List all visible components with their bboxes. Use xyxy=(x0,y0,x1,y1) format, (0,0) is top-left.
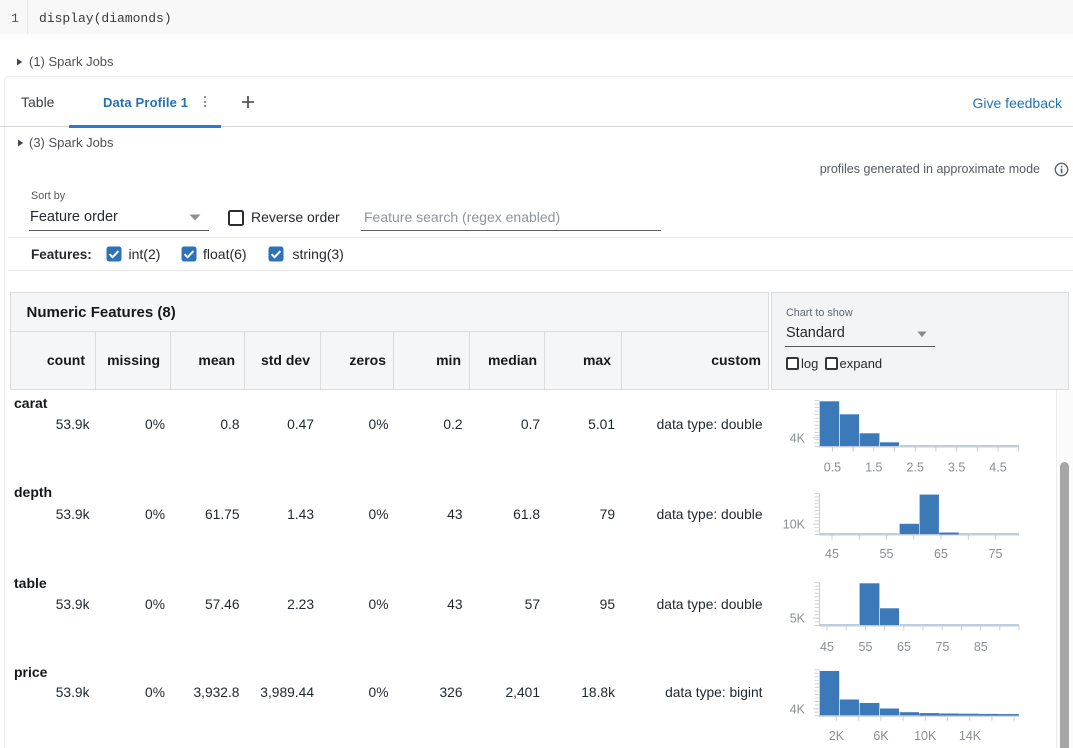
svg-text:4K: 4K xyxy=(790,702,806,716)
svg-text:3.5: 3.5 xyxy=(948,461,965,475)
svg-text:55: 55 xyxy=(880,547,894,561)
svg-text:0.5: 0.5 xyxy=(824,461,841,475)
svg-text:14K: 14K xyxy=(959,729,982,743)
svg-text:45: 45 xyxy=(825,547,839,561)
svg-text:65: 65 xyxy=(897,640,911,654)
svg-text:75: 75 xyxy=(935,640,949,654)
svg-text:45: 45 xyxy=(820,640,834,654)
svg-text:4.5: 4.5 xyxy=(989,461,1006,475)
svg-text:2.5: 2.5 xyxy=(907,461,924,475)
svg-text:10K: 10K xyxy=(914,729,937,743)
svg-text:6K: 6K xyxy=(873,729,889,743)
svg-text:1.5: 1.5 xyxy=(865,461,882,475)
svg-text:75: 75 xyxy=(989,547,1003,561)
svg-text:10K: 10K xyxy=(783,518,806,532)
svg-text:2K: 2K xyxy=(829,729,845,743)
svg-text:85: 85 xyxy=(974,640,988,654)
svg-text:65: 65 xyxy=(934,547,948,561)
svg-text:4K: 4K xyxy=(790,431,806,445)
svg-text:55: 55 xyxy=(859,640,873,654)
svg-text:5K: 5K xyxy=(790,612,806,626)
